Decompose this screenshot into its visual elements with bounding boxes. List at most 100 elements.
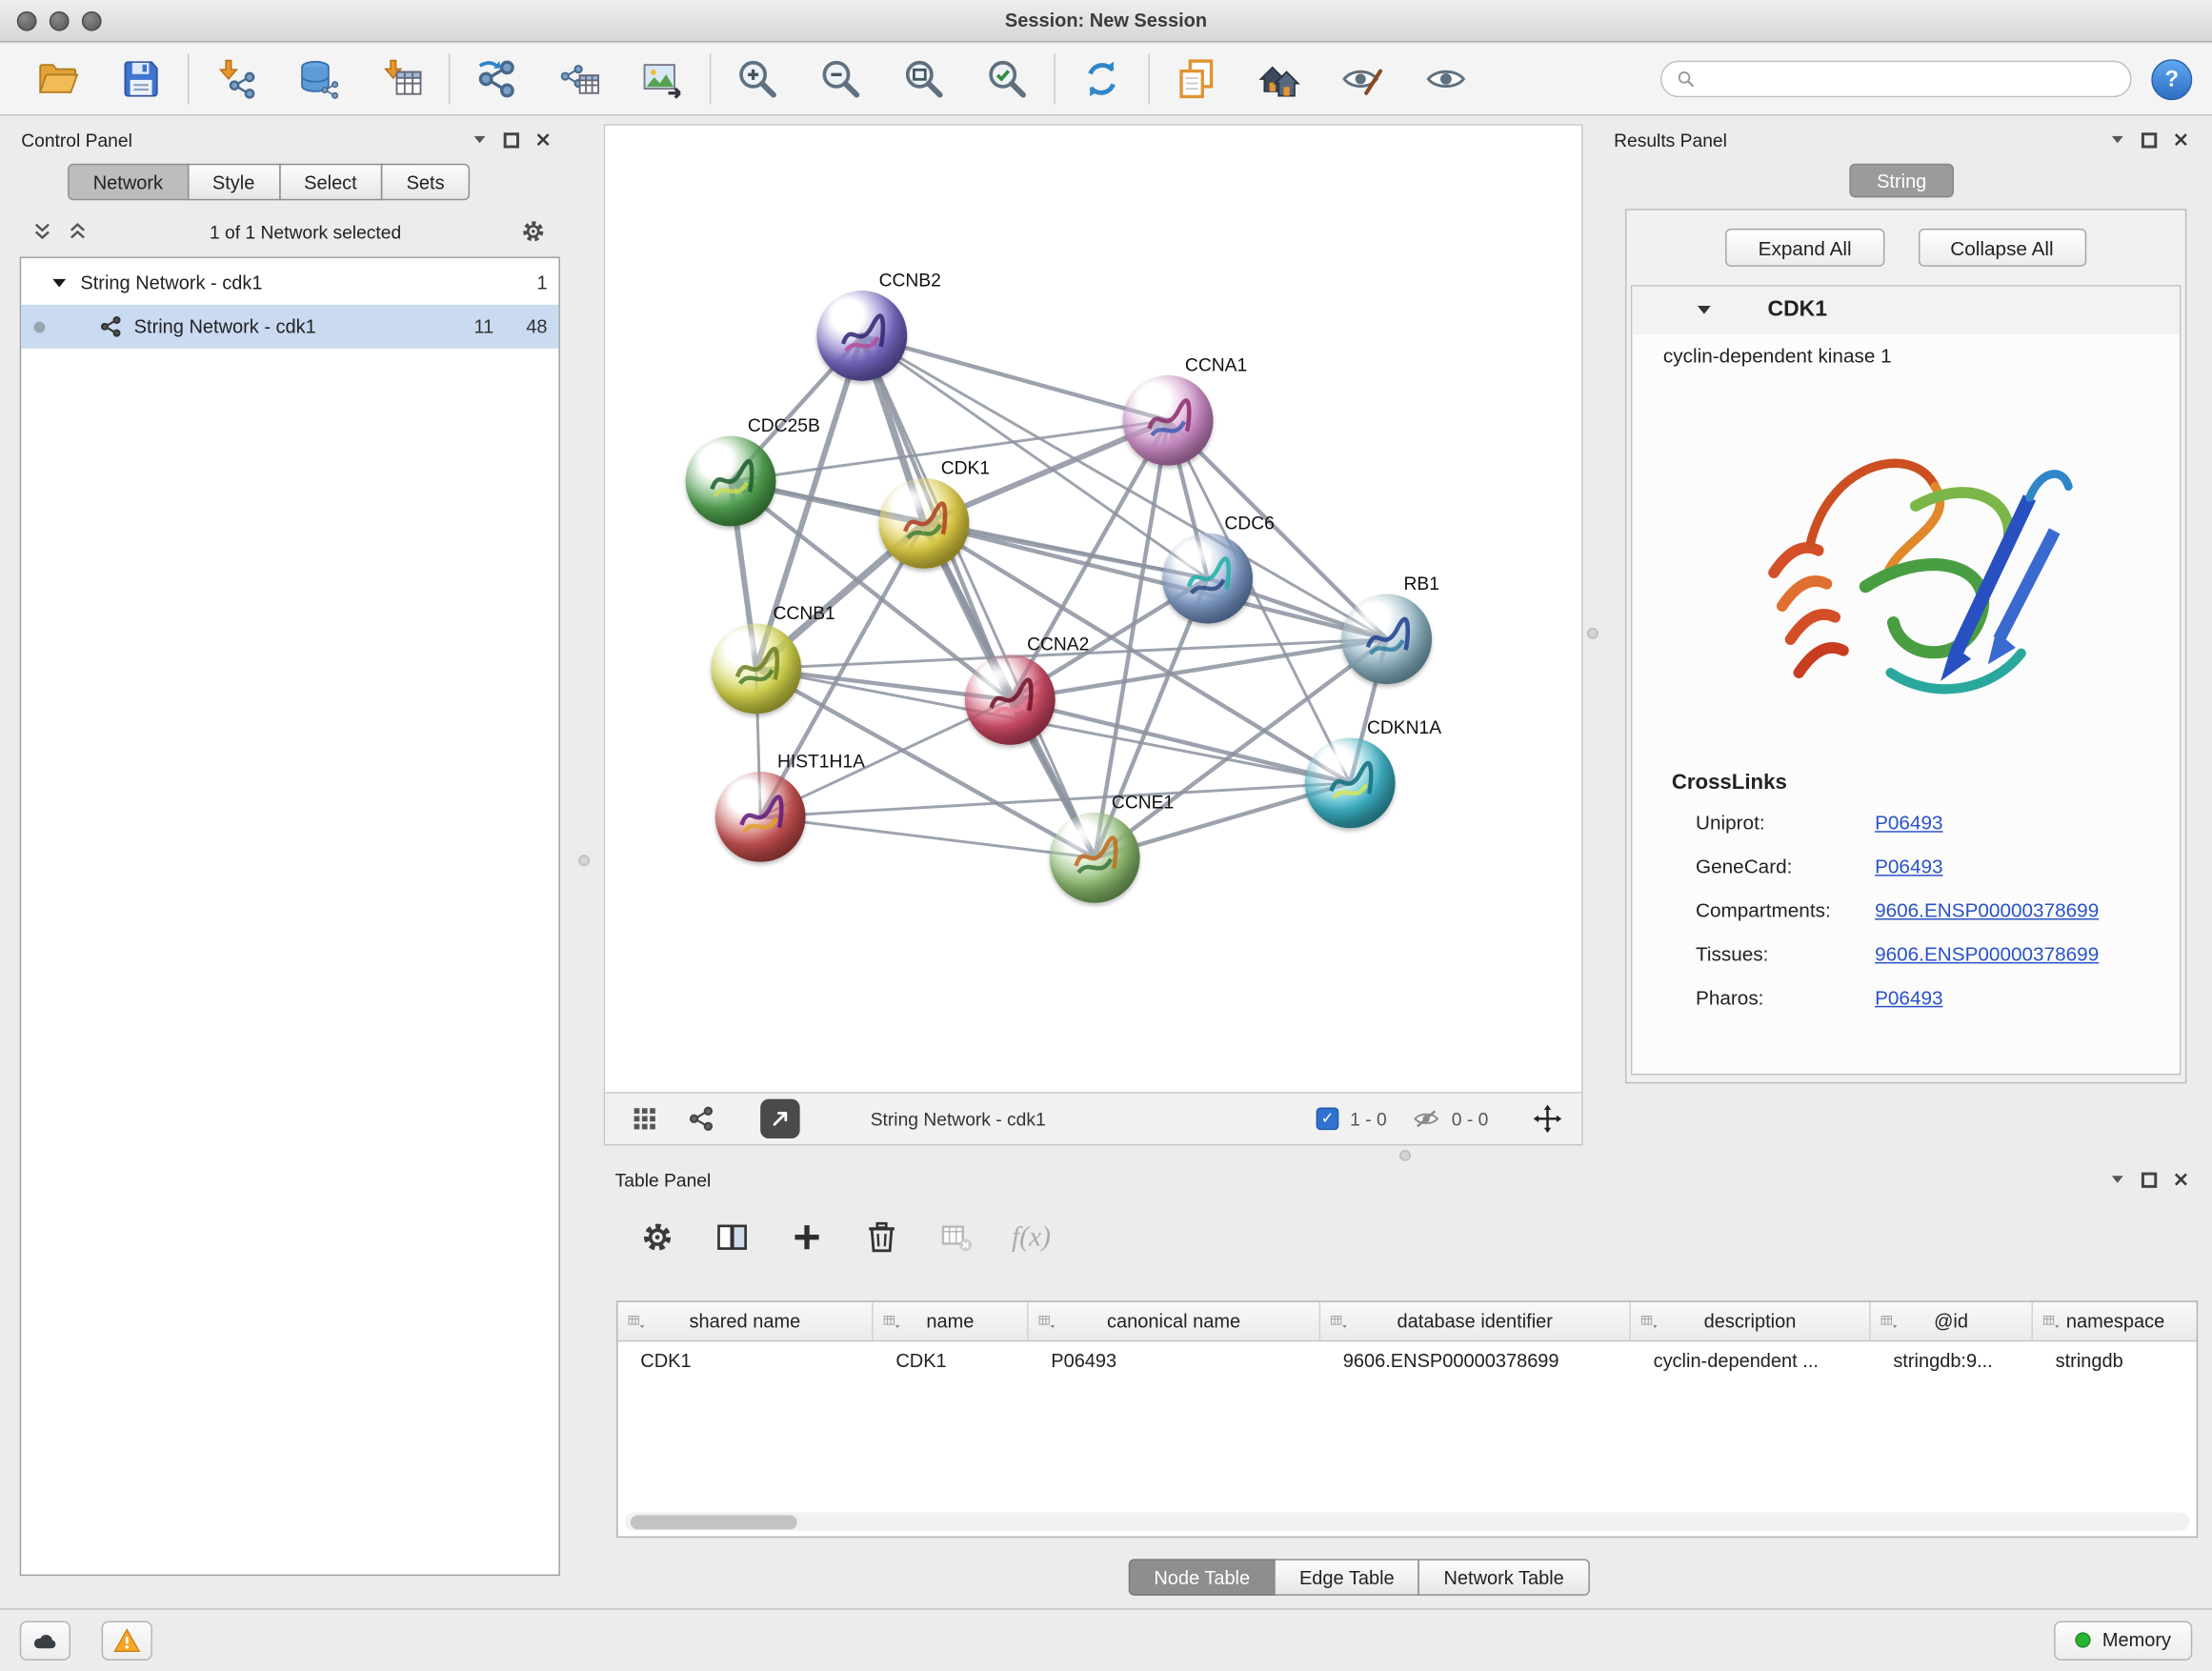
column-header--id[interactable]: @id [1871, 1302, 2033, 1340]
tab-select[interactable]: Select [279, 164, 383, 201]
pan-crosshair-button[interactable] [1534, 1105, 1562, 1134]
zoom-selected-button[interactable] [975, 50, 1039, 109]
column-header-canonical-name[interactable]: canonical name [1029, 1302, 1321, 1340]
table-row[interactable]: CDK1CDK1P064939606.ENSP00000378699cyclin… [618, 1341, 2197, 1379]
help-button[interactable]: ? [2151, 58, 2192, 99]
network-node-CCNA1[interactable] [1123, 375, 1214, 466]
network-edge[interactable] [862, 335, 1168, 420]
table-cell[interactable]: CDK1 [874, 1341, 1029, 1379]
tab-style[interactable]: Style [187, 164, 280, 201]
import-network-file-button[interactable] [203, 50, 268, 109]
table-cell[interactable]: stringdb:9... [1871, 1341, 2033, 1379]
protein-header[interactable]: CDK1 [1632, 287, 2180, 334]
panel-maximize-button[interactable] [2142, 131, 2157, 147]
scrollbar-thumb[interactable] [631, 1515, 797, 1529]
network-node-CCNE1[interactable] [1050, 813, 1140, 903]
copy-document-button[interactable] [1164, 50, 1229, 109]
zoom-fit-button[interactable] [892, 50, 956, 109]
selected-checkbox[interactable]: ✓ [1317, 1107, 1339, 1130]
import-network-database-button[interactable] [287, 50, 352, 109]
table-cell[interactable]: CDK1 [618, 1341, 874, 1379]
network-edge[interactable] [760, 816, 1095, 857]
network-options-button[interactable] [520, 219, 546, 245]
hide-graphics-button[interactable] [1330, 50, 1395, 109]
birdseye-view-button[interactable] [681, 1099, 720, 1138]
show-columns-button[interactable] [704, 1209, 760, 1265]
network-edge[interactable] [1010, 700, 1350, 783]
table-cell[interactable]: cyclin-dependent ... [1631, 1341, 1871, 1379]
table-cell[interactable]: 9606.ENSP00000378699 [1320, 1341, 1631, 1379]
new-network-button[interactable] [464, 50, 529, 109]
horizontal-scrollbar[interactable] [625, 1512, 2189, 1530]
crosslink-value-link[interactable]: P06493 [1875, 811, 1942, 834]
tab-network-table[interactable]: Network Table [1418, 1559, 1590, 1596]
column-header-description[interactable]: description [1631, 1302, 1871, 1340]
birdseye-home-button[interactable] [1247, 50, 1312, 109]
crosslink-value-link[interactable]: P06493 [1875, 855, 1942, 877]
tree-expander-icon[interactable] [50, 273, 70, 293]
panel-close-button[interactable] [2173, 131, 2190, 149]
warnings-button[interactable] [102, 1621, 152, 1660]
collapse-networks-button[interactable] [65, 219, 90, 245]
column-header-name[interactable]: name [874, 1302, 1029, 1340]
panel-maximize-button[interactable] [2142, 1172, 2157, 1187]
network-node-HIST1H1A[interactable] [715, 772, 806, 862]
column-header-shared-name[interactable]: shared name [618, 1302, 874, 1340]
crosslink-value-link[interactable]: P06493 [1875, 985, 1942, 1008]
network-tree-row[interactable]: String Network - cdk11 [21, 261, 558, 305]
traffic-light-close-button[interactable] [17, 11, 37, 31]
import-table-button[interactable] [370, 50, 434, 109]
network-node-CCNB2[interactable] [816, 291, 907, 381]
delete-column-button[interactable] [854, 1209, 910, 1265]
refresh-layout-button[interactable] [1069, 50, 1134, 109]
collapse-all-button[interactable]: Collapse All [1918, 229, 2085, 267]
table-settings-button[interactable] [629, 1209, 685, 1265]
zoom-in-button[interactable] [725, 50, 790, 109]
tab-node-table[interactable]: Node Table [1129, 1559, 1276, 1596]
network-node-CCNA2[interactable] [965, 654, 1056, 745]
crosslink-value-link[interactable]: 9606.ENSP00000378699 [1875, 941, 2099, 964]
search-input[interactable] [1705, 69, 2116, 90]
network-node-CDC6[interactable] [1162, 534, 1253, 624]
network-node-RB1[interactable] [1341, 594, 1432, 684]
network-table-button[interactable] [548, 50, 613, 109]
column-header-database-identifier[interactable]: database identifier [1320, 1302, 1631, 1340]
expand-networks-button[interactable] [30, 219, 55, 245]
zoom-out-button[interactable] [809, 50, 874, 109]
network-node-CDK1[interactable] [879, 478, 970, 569]
network-node-CCNB1[interactable] [711, 624, 801, 715]
tab-edge-table[interactable]: Edge Table [1274, 1559, 1419, 1596]
horizontal-splitter-handle[interactable] [1399, 1150, 1411, 1161]
crosslink-value-link[interactable]: 9606.ENSP00000378699 [1875, 898, 2099, 921]
table-cell[interactable]: stringdb [2033, 1341, 2198, 1379]
tab-string[interactable]: String [1849, 164, 1954, 198]
cloud-status-button[interactable] [20, 1621, 70, 1660]
traffic-light-minimize-button[interactable] [50, 11, 70, 31]
grid-view-button[interactable] [625, 1099, 664, 1138]
network-edge[interactable] [862, 335, 1095, 857]
panel-float-button[interactable] [2109, 131, 2126, 149]
panel-close-button[interactable] [534, 131, 552, 149]
tab-network[interactable]: Network [68, 164, 189, 201]
traffic-light-zoom-button[interactable] [82, 11, 102, 31]
open-session-button[interactable] [26, 50, 90, 109]
panel-float-button[interactable] [2109, 1171, 2126, 1188]
network-canvas[interactable]: CCNB2CCNA1CDC25BCDK1CDC6RB1CCNB1CCNA2CDK… [605, 126, 1581, 1092]
network-node-CDC25B[interactable] [686, 436, 776, 527]
panel-close-button[interactable] [2173, 1171, 2190, 1188]
show-graphics-button[interactable] [1414, 50, 1478, 109]
column-header-namespace[interactable]: namespace [2033, 1302, 2198, 1340]
panel-float-button[interactable] [472, 131, 489, 149]
left-splitter-handle[interactable] [578, 855, 590, 866]
expand-all-button[interactable]: Expand All [1726, 229, 1884, 267]
create-column-button[interactable] [778, 1209, 835, 1265]
save-session-button[interactable] [109, 50, 173, 109]
export-image-button[interactable] [631, 50, 695, 109]
tab-sets[interactable]: Sets [381, 164, 470, 201]
network-tree-row[interactable]: String Network - cdk11148 [21, 305, 558, 349]
table-cell[interactable]: P06493 [1029, 1341, 1321, 1379]
open-in-window-button[interactable] [760, 1099, 799, 1138]
right-splitter-handle[interactable] [1587, 628, 1599, 639]
panel-maximize-button[interactable] [504, 131, 519, 147]
network-node-CDKN1A[interactable] [1305, 737, 1396, 828]
